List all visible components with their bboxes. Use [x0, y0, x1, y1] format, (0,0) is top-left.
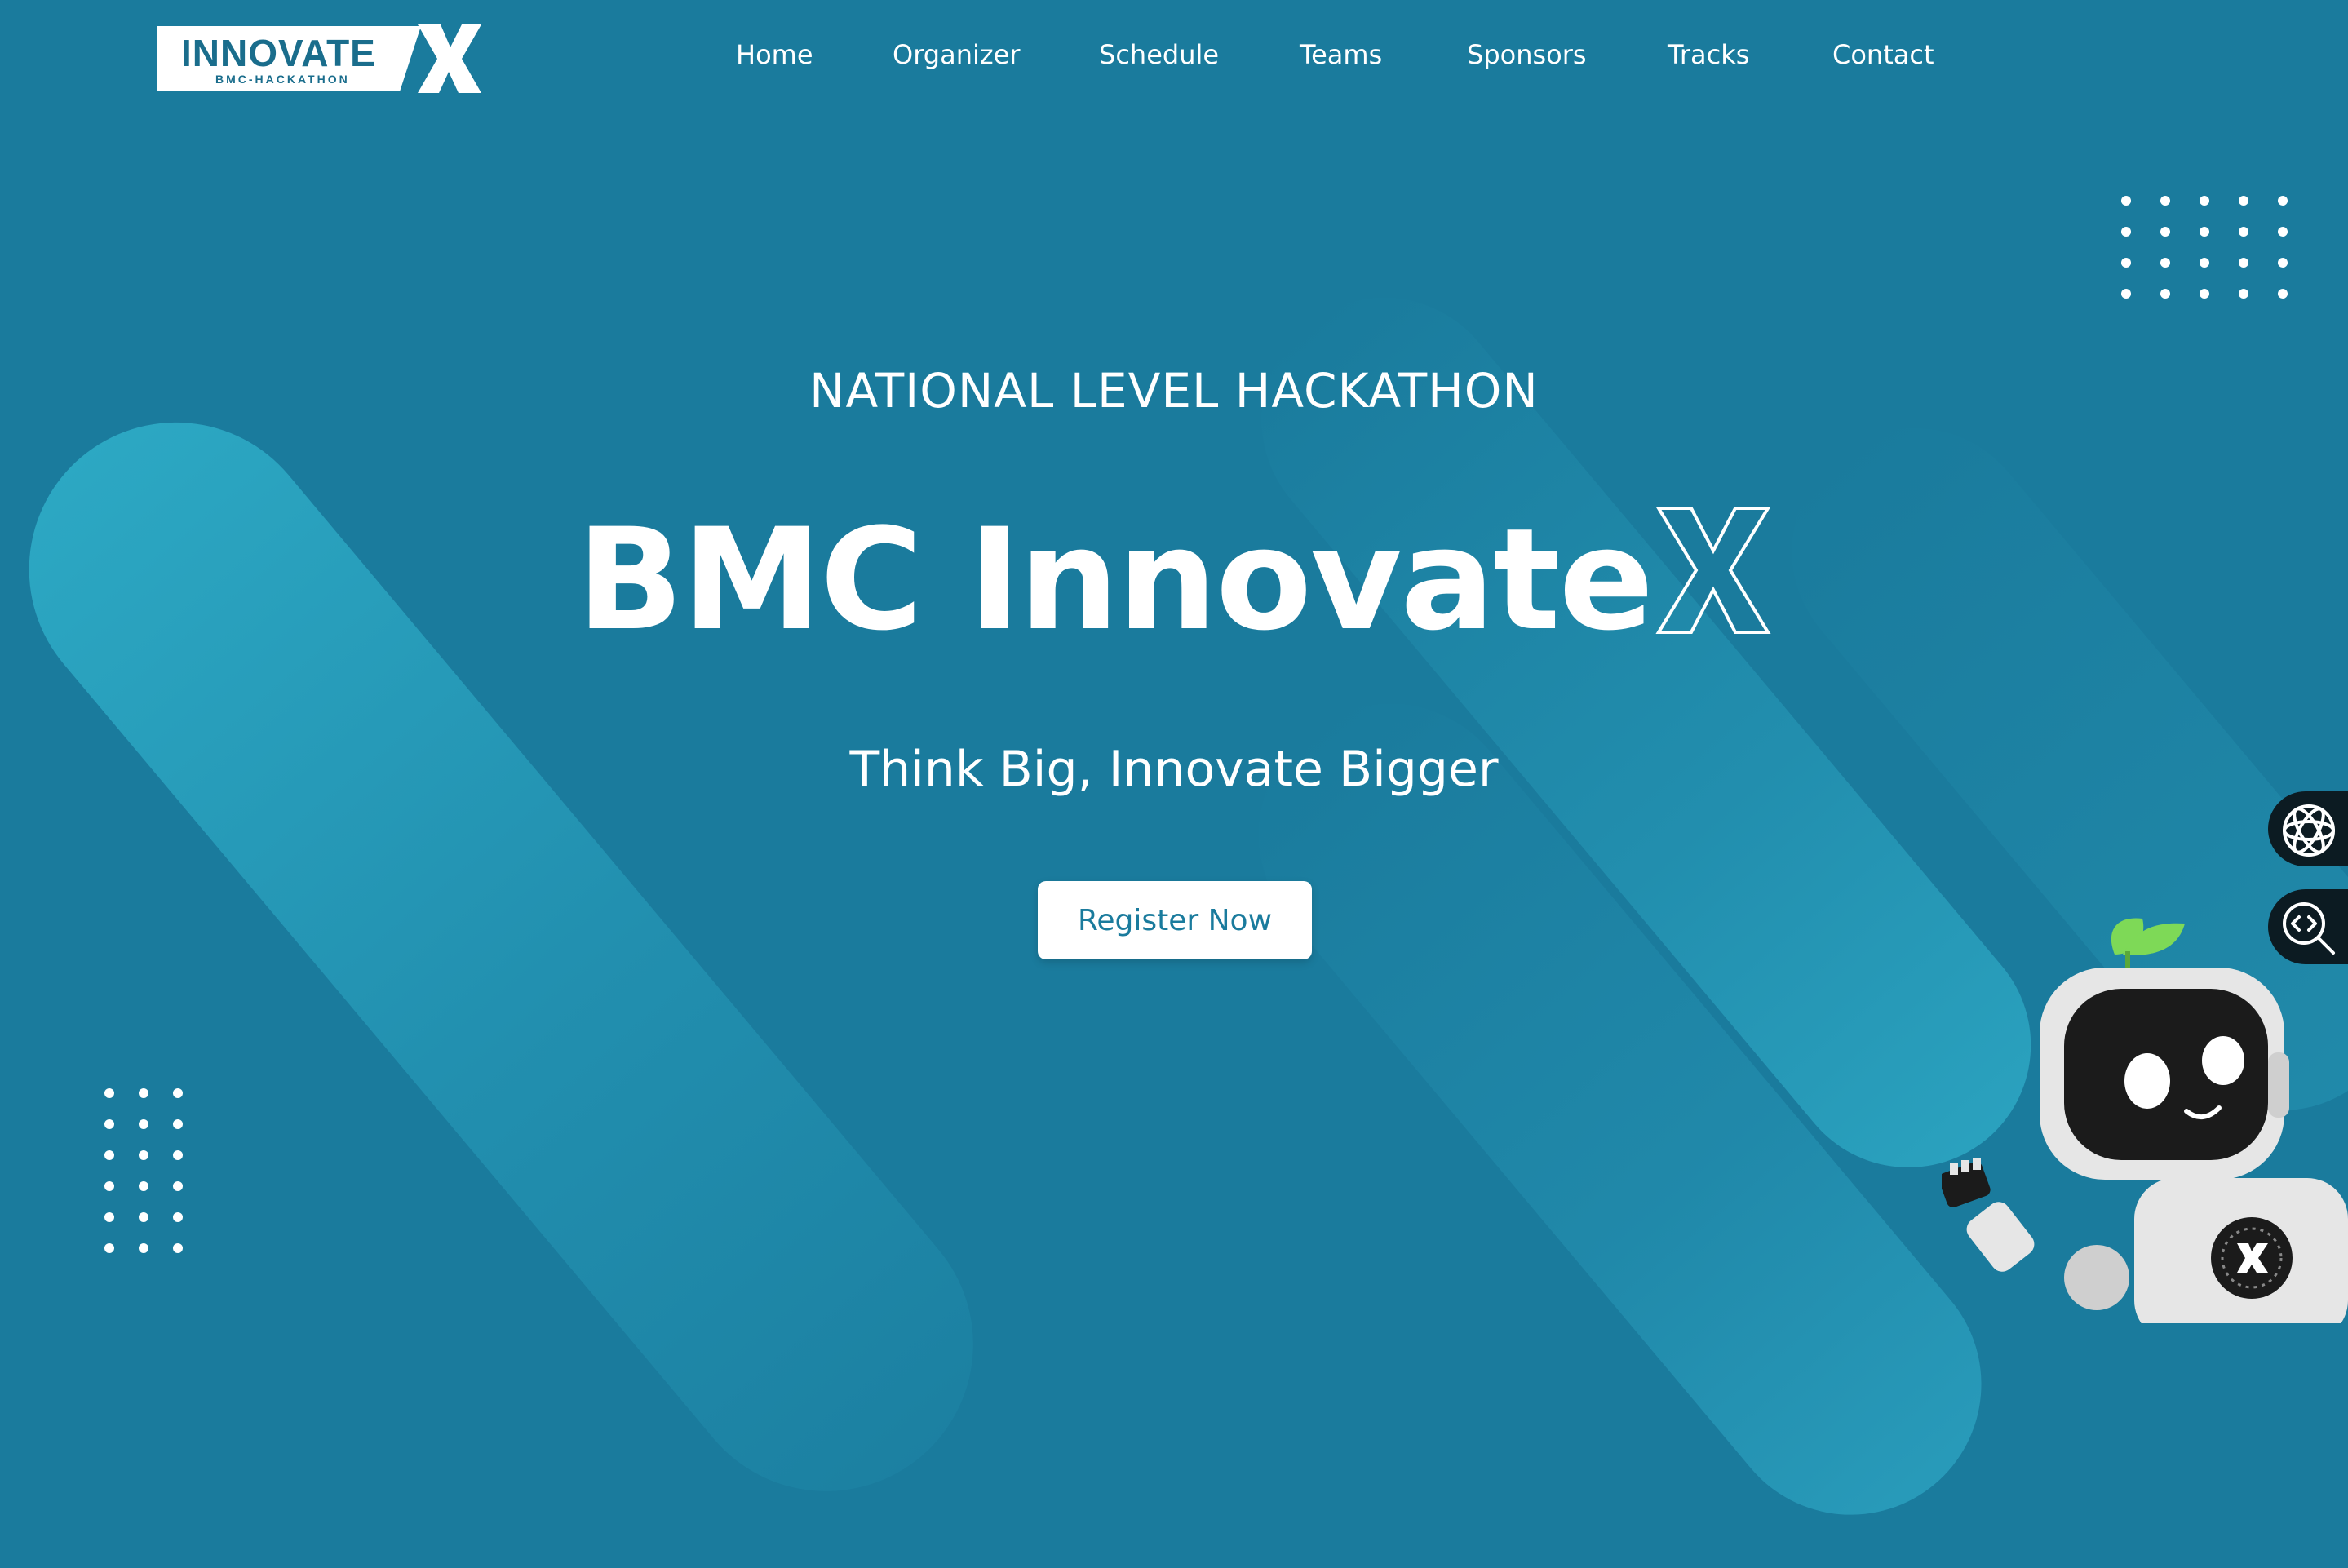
decorative-dot — [2200, 289, 2209, 299]
decorative-dot — [2160, 227, 2170, 237]
decorative-dot — [2278, 258, 2288, 268]
decorative-dot — [2160, 289, 2170, 299]
decorative-dot — [173, 1181, 183, 1191]
decorative-dot — [173, 1150, 183, 1160]
ai-assistant-icon — [2283, 804, 2335, 857]
nav-schedule[interactable]: Schedule — [1099, 39, 1219, 70]
nav-teams[interactable]: Teams — [1300, 39, 1382, 70]
decorative-dot — [104, 1088, 114, 1098]
decorative-dot — [173, 1212, 183, 1222]
decorative-dot-grid — [104, 1088, 183, 1253]
decorative-dot — [2121, 227, 2131, 237]
register-now-button[interactable]: Register Now — [1038, 881, 1312, 959]
decorative-dot — [2160, 196, 2170, 206]
decorative-dot — [2200, 258, 2209, 268]
decorative-dot — [104, 1150, 114, 1160]
decorative-dot — [139, 1150, 148, 1160]
decorative-dot — [139, 1181, 148, 1191]
decorative-dot — [2239, 289, 2248, 299]
decorative-dot — [2200, 227, 2209, 237]
decorative-dot-grid — [2121, 196, 2301, 302]
nav-organizer[interactable]: Organizer — [893, 39, 1021, 70]
decorative-dot — [104, 1243, 114, 1253]
hero-eyebrow: NATIONAL LEVEL HACKATHON — [809, 363, 1539, 419]
outline-x-letter — [1655, 506, 1771, 634]
decorative-dot — [139, 1212, 148, 1222]
nav-sponsors[interactable]: Sponsors — [1467, 39, 1587, 70]
decorative-dot — [104, 1119, 114, 1129]
ai-assistant-button[interactable] — [2268, 791, 2348, 866]
decorative-dot — [139, 1088, 148, 1098]
decorative-dot — [2121, 289, 2131, 299]
main-nav: Home Organizer Schedule Teams Sponsors T… — [0, 39, 2348, 77]
decorative-dot — [104, 1181, 114, 1191]
decorative-dot — [2278, 196, 2288, 206]
decorative-dot — [173, 1088, 183, 1098]
hero-title: BMC Innovate — [0, 498, 2348, 662]
decorative-dot — [139, 1243, 148, 1253]
decorative-dot — [2200, 196, 2209, 206]
decorative-dot — [2121, 196, 2131, 206]
nav-home[interactable]: Home — [736, 39, 813, 70]
hero-tagline: Think Big, Innovate Bigger — [849, 741, 1499, 798]
nav-contact[interactable]: Contact — [1832, 39, 1934, 70]
decorative-dot — [104, 1212, 114, 1222]
decorative-dot — [2239, 227, 2248, 237]
decorative-dot — [2239, 196, 2248, 206]
decorative-dot — [173, 1243, 183, 1253]
nav-tracks[interactable]: Tracks — [1668, 39, 1749, 70]
decorative-dot — [139, 1119, 148, 1129]
decorative-dot — [2160, 258, 2170, 268]
decorative-dot — [2121, 258, 2131, 268]
decorative-dot — [2278, 227, 2288, 237]
robot-mascot-icon[interactable] — [1942, 897, 2348, 1323]
decorative-dot — [2278, 289, 2288, 299]
decorative-dot — [173, 1119, 183, 1129]
decorative-dot — [2239, 258, 2248, 268]
hero-title-text: BMC Innovate — [576, 498, 1654, 662]
